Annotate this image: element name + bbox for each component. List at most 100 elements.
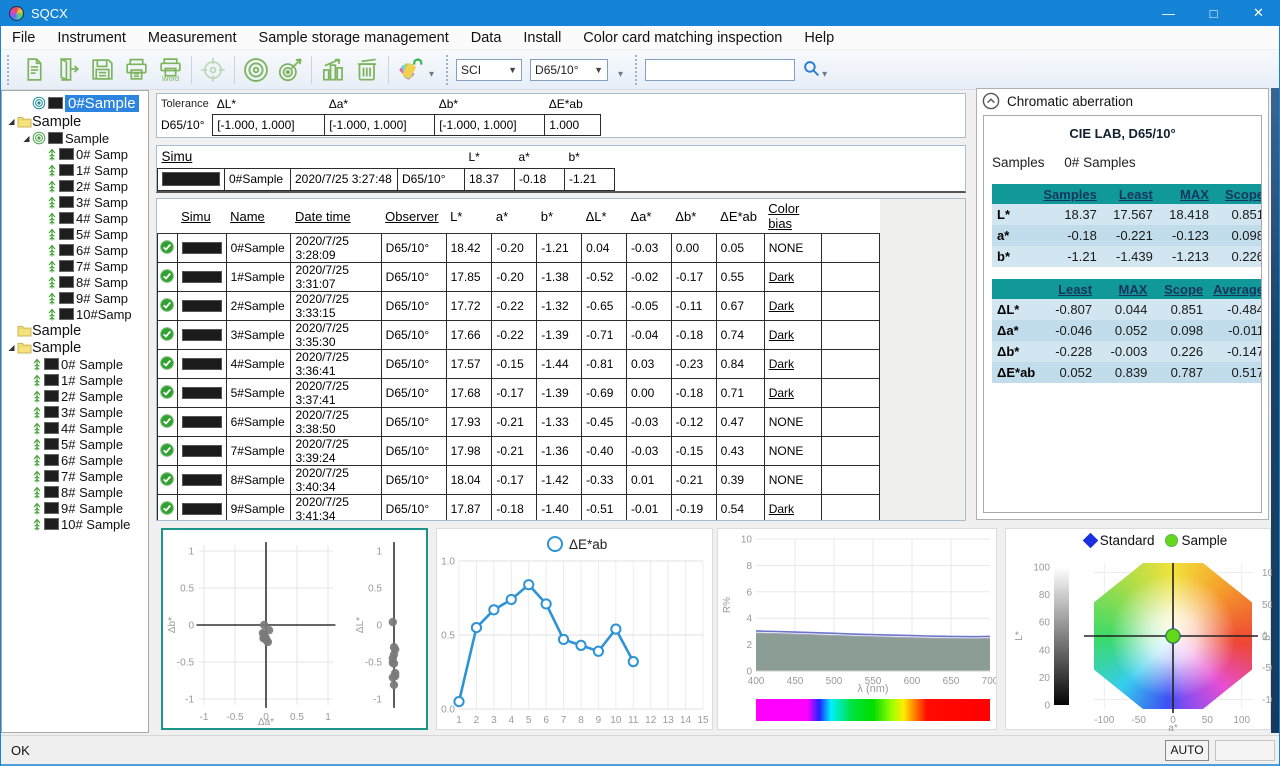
tree-item-folder-1[interactable]: ◢Sample bbox=[2, 113, 148, 130]
column-header[interactable]: Observer bbox=[381, 199, 446, 234]
cell-color-bias[interactable]: Dark bbox=[764, 350, 822, 379]
stat-header[interactable] bbox=[992, 184, 1038, 204]
tree-expander-icon[interactable]: ◢ bbox=[6, 343, 17, 352]
toolbar-overflow-icon[interactable]: ▾ bbox=[429, 69, 434, 80]
maximize-button[interactable]: □ bbox=[1191, 0, 1236, 26]
tree-item-sample-21[interactable]: 5# Sample bbox=[2, 436, 148, 452]
column-header[interactable]: Δb* bbox=[671, 199, 716, 234]
tree-item-sample-9[interactable]: 6# Samp bbox=[2, 242, 148, 258]
standard-header-simu[interactable]: Simu bbox=[158, 146, 225, 168]
tree-item-sample-10[interactable]: 7# Samp bbox=[2, 258, 148, 274]
column-header[interactable]: a* bbox=[492, 199, 537, 234]
stat-header[interactable]: MAX bbox=[1158, 184, 1214, 204]
tolerance-db[interactable]: [-1.000, 1.000] bbox=[435, 114, 545, 135]
sci-dropdown[interactable]: SCI▼ bbox=[456, 59, 522, 81]
delete-trash-icon[interactable] bbox=[351, 54, 383, 86]
column-header[interactable]: ΔE*ab bbox=[716, 199, 764, 234]
cell-color-bias[interactable]: Dark bbox=[764, 495, 822, 522]
stat-header[interactable]: Scope bbox=[1152, 279, 1208, 299]
tree-item-sample-12[interactable]: 9# Samp bbox=[2, 290, 148, 306]
export-icon[interactable] bbox=[52, 54, 84, 86]
menu-data[interactable]: Data bbox=[460, 26, 513, 50]
column-header[interactable]: Simu bbox=[177, 199, 226, 234]
print-word-icon[interactable]: Word bbox=[154, 54, 186, 86]
tolerance-dl[interactable]: [-1.000, 1.000] bbox=[213, 114, 325, 135]
tree-item-sample-25[interactable]: 9# Sample bbox=[2, 500, 148, 516]
collapse-chevron-icon[interactable] bbox=[982, 92, 1000, 110]
stat-header[interactable]: Least bbox=[1042, 279, 1097, 299]
delta-e-line-chart[interactable]: ΔE*ab1234567891011121314150.00.51.0 bbox=[436, 528, 713, 730]
menu-file[interactable]: File bbox=[1, 26, 46, 50]
color-palette-icon[interactable] bbox=[394, 54, 426, 86]
tree-item-sample-5[interactable]: 2# Samp bbox=[2, 178, 148, 194]
standard-name[interactable]: 0#Sample bbox=[225, 168, 291, 190]
search-input[interactable] bbox=[645, 59, 795, 81]
tree-item-folder-14[interactable]: Sample bbox=[2, 322, 148, 339]
stat-header[interactable] bbox=[992, 279, 1042, 299]
close-button[interactable]: ✕ bbox=[1236, 0, 1280, 26]
cell-color-bias[interactable]: NONE bbox=[764, 408, 822, 437]
tree-item-folder-15[interactable]: ◢Sample bbox=[2, 339, 148, 356]
menu-install[interactable]: Install bbox=[512, 26, 572, 50]
column-header[interactable]: b* bbox=[537, 199, 582, 234]
table-row[interactable]: 2#Sample2020/7/25 3:33:15D65/10°17.72-0.… bbox=[158, 292, 880, 321]
tree-item-sample-13[interactable]: 10#Samp bbox=[2, 306, 148, 322]
cell-color-bias[interactable]: NONE bbox=[764, 234, 822, 263]
menu-help[interactable]: Help bbox=[793, 26, 845, 50]
cell-color-bias[interactable]: Dark bbox=[764, 263, 822, 292]
column-header[interactable]: Δa* bbox=[626, 199, 671, 234]
tree-item-sample-18[interactable]: 2# Sample bbox=[2, 388, 148, 404]
tree-item-group-2[interactable]: ◢Sample bbox=[2, 130, 148, 146]
cell-color-bias[interactable]: NONE bbox=[764, 437, 822, 466]
column-header[interactable] bbox=[822, 199, 880, 234]
save-icon[interactable] bbox=[86, 54, 118, 86]
stat-header[interactable]: MAX bbox=[1097, 279, 1152, 299]
menu-sample-storage-management[interactable]: Sample storage management bbox=[248, 26, 460, 50]
cell-color-bias[interactable]: NONE bbox=[764, 466, 822, 495]
toolbar-overflow-icon[interactable]: ▾ bbox=[618, 69, 623, 80]
stat-header[interactable]: Average bbox=[1208, 279, 1262, 299]
menu-measurement[interactable]: Measurement bbox=[137, 26, 248, 50]
table-row[interactable]: 3#Sample2020/7/25 3:35:30D65/10°17.66-0.… bbox=[158, 321, 880, 350]
stat-header[interactable]: Scope bbox=[1214, 184, 1262, 204]
tree-item-sample-6[interactable]: 3# Samp bbox=[2, 194, 148, 210]
tree-item-sample-3[interactable]: 0# Samp bbox=[2, 146, 148, 162]
column-header[interactable]: Color bias bbox=[764, 199, 822, 234]
tree-item-sample-19[interactable]: 3# Sample bbox=[2, 404, 148, 420]
table-row[interactable]: 1#Sample2020/7/25 3:31:07D65/10°17.85-0.… bbox=[158, 263, 880, 292]
lab-gamut-chart[interactable]: Standard Sample -100-50050100a*100500-50… bbox=[1005, 528, 1271, 730]
table-row[interactable]: 0#Sample2020/7/25 3:28:09D65/10°18.42-0.… bbox=[158, 234, 880, 263]
stat-header[interactable]: Samples bbox=[1038, 184, 1101, 204]
splitter[interactable] bbox=[149, 90, 156, 733]
delta-ab-scatter-chart[interactable]: -1-1-0.5-0.5000.50.511Δb*Δa*-1-0.500.51Δ… bbox=[161, 528, 428, 730]
table-row[interactable]: 8#Sample2020/7/25 3:40:34D65/10°18.04-0.… bbox=[158, 466, 880, 495]
reflectance-chart[interactable]: 0246810400450500550600650700R%λ (nm) bbox=[717, 528, 997, 730]
measure-target-icon[interactable] bbox=[274, 54, 306, 86]
tolerance-de[interactable]: 1.000 bbox=[545, 114, 601, 135]
menu-instrument[interactable]: Instrument bbox=[46, 26, 137, 50]
cell-color-bias[interactable]: Dark bbox=[764, 379, 822, 408]
chart-report-icon[interactable] bbox=[317, 54, 349, 86]
cell-color-bias[interactable]: Dark bbox=[764, 292, 822, 321]
tree-item-sample-17[interactable]: 1# Sample bbox=[2, 372, 148, 388]
tree-item-sample-16[interactable]: 0# Sample bbox=[2, 356, 148, 372]
auto-button[interactable]: AUTO bbox=[1165, 740, 1209, 761]
print-icon[interactable] bbox=[120, 54, 152, 86]
table-row[interactable]: 7#Sample2020/7/25 3:39:24D65/10°17.98-0.… bbox=[158, 437, 880, 466]
illuminant-dropdown[interactable]: D65/10°▼ bbox=[530, 59, 608, 81]
column-header[interactable] bbox=[158, 199, 178, 234]
column-header[interactable]: ΔL* bbox=[582, 199, 627, 234]
tree-item-sample-8[interactable]: 5# Samp bbox=[2, 226, 148, 242]
tree-expander-icon[interactable]: ◢ bbox=[6, 117, 17, 126]
column-header[interactable]: Name bbox=[226, 199, 291, 234]
table-row[interactable]: 9#Sample2020/7/25 3:41:34D65/10°17.87-0.… bbox=[158, 495, 880, 522]
minimize-button[interactable]: — bbox=[1146, 0, 1191, 26]
column-header[interactable]: Date time bbox=[291, 199, 381, 234]
toolbar-overflow-icon[interactable]: ▾ bbox=[822, 69, 827, 80]
target-locate-icon[interactable] bbox=[197, 54, 229, 86]
tree-item-sample-23[interactable]: 7# Sample bbox=[2, 468, 148, 484]
search-icon[interactable] bbox=[803, 60, 820, 82]
column-header[interactable]: L* bbox=[446, 199, 492, 234]
tree-item-standard-0[interactable]: 0#Sample bbox=[2, 93, 148, 113]
tree-item-sample-24[interactable]: 8# Sample bbox=[2, 484, 148, 500]
